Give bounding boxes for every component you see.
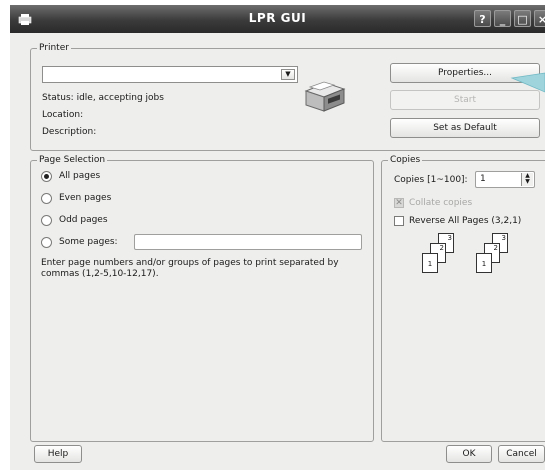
page-sheet: 1 <box>422 253 438 273</box>
printer-select[interactable]: ▼ <box>42 66 298 83</box>
radio-all-pages[interactable] <box>41 171 52 182</box>
copies-legend: Copies <box>390 155 421 165</box>
radio-even-pages-label[interactable]: Even pages <box>59 193 111 203</box>
cancel-button[interactable]: Cancel <box>498 445 545 463</box>
radio-even-pages[interactable] <box>41 193 52 204</box>
reverse-checkbox[interactable] <box>394 216 404 226</box>
chevron-down-icon[interactable]: ▼ <box>281 69 295 80</box>
printer-legend: Printer <box>39 43 69 53</box>
lpr-gui-window: LPR GUI ? _ □ × Printer ▼ Status: idle, … <box>10 5 545 470</box>
help-button[interactable]: Help <box>34 445 82 463</box>
title-bar[interactable]: LPR GUI ? _ □ × <box>10 5 545 33</box>
printer-description: Description: <box>42 127 97 137</box>
minimize-button[interactable]: _ <box>494 10 511 27</box>
page-selection-hint: Enter page numbers and/or groups of page… <box>41 258 339 279</box>
window-title: LPR GUI <box>248 11 307 25</box>
page-selection-legend: Page Selection <box>39 155 106 165</box>
set-as-default-button[interactable]: Set as Default <box>390 118 540 138</box>
collate-label: Collate copies <box>409 198 473 208</box>
collate-checkbox[interactable]: ✕ <box>394 198 404 208</box>
radio-some-pages[interactable] <box>41 237 52 248</box>
printer-icon <box>304 81 346 112</box>
printer-location: Location: <box>42 110 84 120</box>
radio-odd-pages[interactable] <box>41 215 52 226</box>
page-sheet: 1 <box>476 253 492 273</box>
reverse-label: Reverse All Pages (3,2,1) <box>409 216 522 226</box>
copies-value: 1 <box>480 174 486 184</box>
copies-spinbox[interactable]: 1 ▲ ▼ <box>475 171 535 188</box>
ok-button[interactable]: OK <box>446 445 492 463</box>
maximize-button[interactable]: □ <box>514 10 531 27</box>
callout-pointer <box>510 72 545 93</box>
copies-label: Copies [1~100]: <box>394 175 468 185</box>
radio-odd-pages-label[interactable]: Odd pages <box>59 215 108 225</box>
radio-some-pages-label[interactable]: Some pages: <box>59 237 118 247</box>
spin-arrows-icon[interactable]: ▲ ▼ <box>521 173 533 186</box>
some-pages-input[interactable] <box>134 234 362 250</box>
radio-all-pages-label[interactable]: All pages <box>59 171 100 181</box>
help-icon[interactable]: ? <box>474 10 491 27</box>
close-button[interactable]: × <box>534 10 545 27</box>
collate-illustration: 3 2 1 3 2 1 <box>420 233 530 283</box>
printer-status: Status: idle, accepting jobs <box>42 93 164 103</box>
